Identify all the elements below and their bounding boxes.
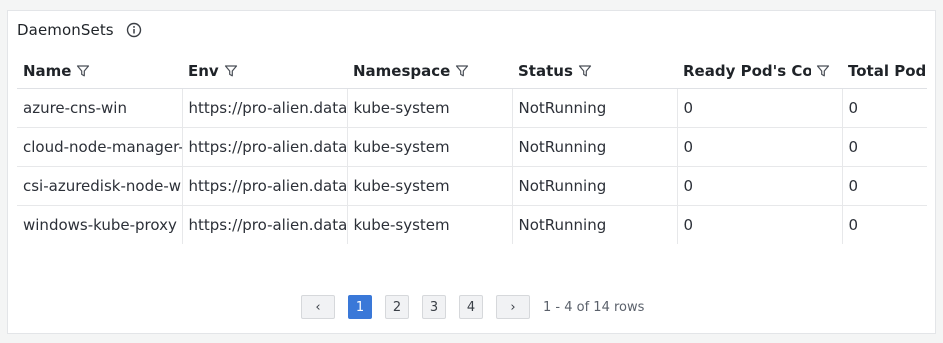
cell-name: cloud-node-manager-windows (17, 127, 183, 167)
daemonsets-table: Name Env Namespace Status Ready Pod's Co… (17, 55, 927, 244)
filter-icon[interactable] (224, 64, 238, 78)
cell-ready-pods: 0 (677, 205, 843, 244)
cell-name: windows-kube-proxy (17, 205, 183, 244)
filter-icon[interactable] (76, 64, 90, 78)
cell-name: csi-azuredisk-node-win (17, 166, 183, 206)
cell-ready-pods: 0 (677, 166, 843, 206)
column-label: Env (188, 62, 219, 81)
page-button-1[interactable]: 1 (348, 295, 372, 319)
column-label: Total Pod's (848, 62, 927, 81)
panel-title: DaemonSets (17, 21, 114, 39)
cell-name: azure-cns-win (17, 88, 183, 128)
table-row[interactable]: csi-azuredisk-node-win https://pro-alien… (17, 166, 927, 206)
chevron-right-icon: › (510, 299, 516, 315)
column-header-name[interactable]: Name (17, 55, 182, 89)
daemonsets-table-wrapper[interactable]: Name Env Namespace Status Ready Pod's Co… (17, 55, 927, 251)
column-header-namespace[interactable]: Namespace (347, 55, 512, 89)
cell-ready-pods: 0 (677, 127, 843, 167)
cell-status: NotRunning (512, 205, 678, 244)
cell-env: https://pro-alien.datadog (182, 127, 348, 167)
pagination: ‹ 1 2 3 4 › 1 - 4 of 14 rows (301, 294, 644, 320)
cell-total-pods: 0 (842, 166, 927, 206)
page-button-4[interactable]: 4 (459, 295, 483, 319)
cell-namespace: kube-system (347, 88, 513, 128)
column-label: Ready Pod's Count (683, 62, 811, 81)
panel-header: DaemonSets (17, 19, 142, 41)
cell-total-pods: 0 (842, 88, 927, 128)
cell-env: https://pro-alien.datadog (182, 205, 348, 244)
page-button-2[interactable]: 2 (385, 295, 409, 319)
cell-status: NotRunning (512, 127, 678, 167)
column-label: Name (23, 62, 72, 81)
table-header-row: Name Env Namespace Status Ready Pod's Co… (17, 55, 927, 89)
column-label: Namespace (353, 62, 451, 81)
page-button-3[interactable]: 3 (422, 295, 446, 319)
cell-status: NotRunning (512, 166, 678, 206)
cell-namespace: kube-system (347, 127, 513, 167)
table-row[interactable]: azure-cns-win https://pro-alien.datadog … (17, 88, 927, 128)
cell-total-pods: 0 (842, 205, 927, 244)
filter-icon[interactable] (816, 64, 830, 78)
table-row[interactable]: cloud-node-manager-windows https://pro-a… (17, 127, 927, 167)
cell-env: https://pro-alien.datadog (182, 166, 348, 206)
column-header-env[interactable]: Env (182, 55, 347, 89)
chevron-left-icon: ‹ (315, 299, 321, 315)
info-icon[interactable] (126, 22, 142, 38)
filter-icon[interactable] (578, 64, 592, 78)
cell-total-pods: 0 (842, 127, 927, 167)
prev-page-button[interactable]: ‹ (301, 295, 335, 319)
cell-namespace: kube-system (347, 166, 513, 206)
pagination-summary: 1 - 4 of 14 rows (543, 299, 645, 315)
table-row[interactable]: windows-kube-proxy https://pro-alien.dat… (17, 205, 927, 244)
cell-namespace: kube-system (347, 205, 513, 244)
filter-icon[interactable] (455, 64, 469, 78)
column-label: Status (518, 62, 573, 81)
next-page-button[interactable]: › (496, 295, 530, 319)
cell-status: NotRunning (512, 88, 678, 128)
column-header-ready-pods[interactable]: Ready Pod's Count (677, 55, 842, 89)
column-header-total-pods[interactable]: Total Pod's (842, 55, 927, 89)
cell-env: https://pro-alien.datadog (182, 88, 348, 128)
column-header-status[interactable]: Status (512, 55, 677, 89)
daemonsets-panel: DaemonSets Name Env Namespace Status Rea… (7, 10, 936, 334)
cell-ready-pods: 0 (677, 88, 843, 128)
